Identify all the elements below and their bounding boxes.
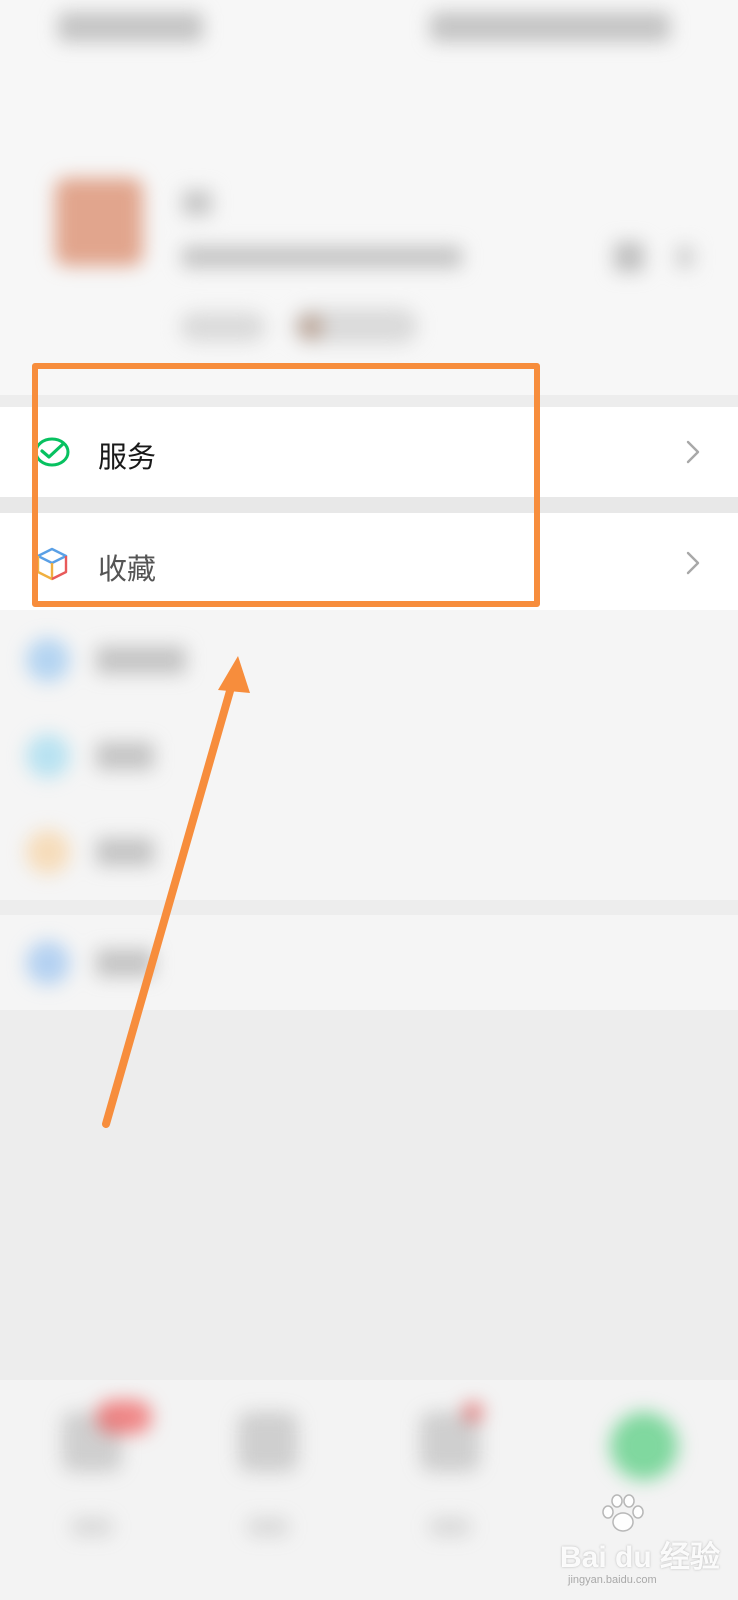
- profile-header: [0, 0, 738, 395]
- status-bar-left: [58, 12, 203, 42]
- avatar[interactable]: [55, 178, 143, 266]
- settings-icon: [26, 941, 70, 985]
- chevron-right-icon: [686, 440, 700, 464]
- nickname: [182, 190, 212, 216]
- annotation-highlight-box: [32, 363, 540, 607]
- contacts-tab-icon[interactable]: [238, 1412, 298, 1472]
- tab-label: [248, 1518, 288, 1536]
- paw-logo-icon: [602, 1494, 644, 1532]
- moments-icon: [26, 638, 70, 682]
- qr-code-icon[interactable]: [614, 242, 644, 272]
- list-item-label: [96, 838, 154, 866]
- unread-badge: [96, 1400, 152, 1434]
- watermark-domain: jingyan.baidu.com: [568, 1574, 657, 1586]
- list-item-label: [96, 949, 154, 977]
- channels-icon: [26, 734, 70, 778]
- menu-list-blurred: [0, 915, 738, 1010]
- cards-icon: [26, 830, 70, 874]
- add-status-button[interactable]: [180, 312, 266, 342]
- discover-dot: [463, 1402, 483, 1422]
- friends-status-button[interactable]: [292, 308, 418, 344]
- tab-label: [430, 1518, 470, 1536]
- me-tab-icon[interactable]: [610, 1412, 678, 1480]
- watermark-brand: Bai du 经验: [560, 1541, 721, 1574]
- chevron-right-icon: [686, 551, 700, 575]
- list-item-label: [96, 646, 186, 674]
- chevron-right-icon: [676, 246, 694, 268]
- list-item-label: [96, 742, 154, 770]
- wechat-id: [182, 246, 462, 268]
- status-bar-right: [430, 12, 670, 42]
- baidu-jingyan-watermark: Bai du 经验 jingyan.baidu.com: [560, 1492, 730, 1592]
- menu-list-blurred: [0, 610, 738, 900]
- tab-label: [72, 1518, 112, 1536]
- wechat-me-screen: 服务 收藏 Bai du 经验 jingyan.baidu.com: [0, 0, 738, 1600]
